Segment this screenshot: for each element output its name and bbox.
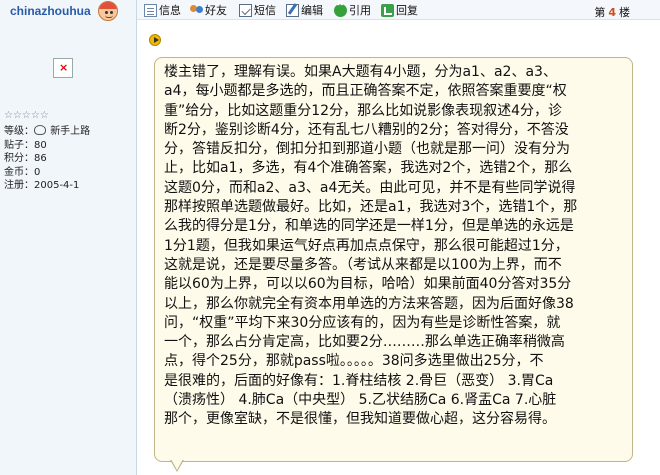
floor-prefix: 第 bbox=[594, 6, 606, 19]
broken-image-icon: × bbox=[53, 58, 73, 78]
info-registered: 注册：2005-4-1 bbox=[4, 179, 90, 193]
post-line: a4，每小题都是多选的，而且正确答案不定，依照答案重要度“权 bbox=[164, 83, 567, 100]
post-line: 以上，那么你就完全有资本用单选的方法来答题，因为后面好像38 bbox=[164, 295, 574, 312]
friend-icon bbox=[190, 4, 203, 17]
panel-divider bbox=[136, 0, 137, 475]
info-posts: 贴子：80 bbox=[4, 139, 90, 153]
post-line: 楼主错了，理解有误。如果A大题有4小题，分为a1、a2、a3、 bbox=[164, 64, 557, 80]
avatar-icon bbox=[98, 1, 118, 21]
edit-button-label: 编辑 bbox=[301, 3, 323, 17]
info-level: 等级： 新手上路 bbox=[4, 125, 90, 139]
post-line: 是很难的，后面的好像有：1.脊柱结核 2.骨巨（恶变） 3.胃Ca bbox=[164, 372, 554, 389]
info-label: 注册： bbox=[4, 180, 34, 191]
quote-icon bbox=[334, 1, 347, 17]
floor-value: 4 bbox=[608, 6, 616, 19]
bubble-tail-inner bbox=[171, 459, 183, 470]
info-value: 80 bbox=[34, 139, 47, 151]
arrow-right-icon bbox=[149, 34, 161, 46]
post-line: 止，比如a1，多选，有4个准确答案，我选对2个，选错2个，那么 bbox=[164, 160, 573, 177]
author-username[interactable]: chinazhouhua bbox=[10, 4, 91, 18]
info-points: 积分：86 bbox=[4, 152, 90, 166]
post-line: 那个，更像室缺，不是很懂，但我知道要做心超，这分容易得。 bbox=[164, 411, 556, 428]
info-label: 等级： bbox=[4, 126, 34, 137]
post-line: 断2分，鉴别诊断4分，还有乱七八糟别的2分；答对得分，不答没 bbox=[164, 121, 569, 138]
reply-button-label: 回复 bbox=[396, 3, 418, 17]
edit-icon bbox=[286, 4, 299, 17]
rank-stars: ☆☆☆☆☆ bbox=[4, 110, 49, 121]
author-info: 等级： 新手上路 贴子：80 积分：86 金币：0 注册：2005-4-1 bbox=[4, 125, 90, 193]
info-value: 新手上路 bbox=[50, 126, 91, 137]
message-button-label: 短信 bbox=[254, 3, 276, 17]
friend-button[interactable]: 好友 bbox=[190, 3, 227, 18]
post-line: 一个，那么占分肯定高，比如要2分………那么单选正确率稍微高 bbox=[164, 334, 565, 351]
info-value: 2005-4-1 bbox=[34, 180, 80, 191]
info-label: 积分： bbox=[4, 153, 34, 164]
info-value: 0 bbox=[34, 166, 41, 178]
info-gold: 金币：0 bbox=[4, 166, 90, 180]
reply-icon bbox=[381, 4, 394, 17]
reply-button[interactable]: 回复 bbox=[381, 3, 418, 18]
message-icon bbox=[239, 4, 252, 17]
floor-number: 第4楼 bbox=[594, 4, 630, 20]
post-line: 问，“权重”平均下来30分应该有的，因为有些是诊断性答案，就 bbox=[164, 314, 561, 331]
post-line: （溃疡性） 4.肺Ca（中央型） 5.乙状结肠Ca 6.肾盂Ca 7.心脏 bbox=[164, 392, 557, 409]
level-icon bbox=[34, 125, 46, 135]
edit-button[interactable]: 编辑 bbox=[286, 3, 323, 18]
floor-suffix: 楼 bbox=[619, 6, 630, 19]
post-line: 这题0分，而和a2、a3、a4无关。由此可见，并不是有些同学说得 bbox=[164, 179, 576, 196]
message-button[interactable]: 短信 bbox=[239, 3, 276, 18]
info-button[interactable]: 信息 bbox=[144, 3, 181, 18]
post-body: 楼主错了，理解有误。如果A大题有4小题，分为a1、a2、a3、 a4，每小题都是… bbox=[164, 63, 626, 458]
post-line: 点，得个25分，那就pass啦。。。。。38问多选里做出25分，不 bbox=[164, 353, 544, 370]
info-button-label: 信息 bbox=[159, 3, 181, 17]
info-value: 86 bbox=[34, 153, 47, 164]
post-line: 么我的得分是1分，和单选的同学还是一样1分，但是单选的永远是 bbox=[164, 218, 574, 235]
post-line: 1分1题，但我如果运气好点再加点点保守，那么很可能超过1分， bbox=[164, 237, 569, 254]
post-line: 那样按照单选题做最好。比如，还是a1，我选对3个，选错1个，那 bbox=[164, 199, 578, 216]
post-line: 分，答错反扣分，倒扣分扣到那道小题（也就是那一问）没有分为 bbox=[164, 141, 570, 158]
info-label: 贴子： bbox=[4, 139, 34, 151]
post-line: 能以60为上界，可以以60为目标，哈哈）如果前面40分答对35分 bbox=[164, 276, 572, 293]
info-icon bbox=[144, 4, 157, 17]
quote-button-label: 引用 bbox=[349, 3, 371, 17]
info-label: 金币： bbox=[4, 166, 34, 178]
quote-button[interactable]: 引用 bbox=[334, 1, 371, 18]
friend-button-label: 好友 bbox=[205, 3, 227, 17]
post-line: 这就是说，还是要尽量多答。（考试从来都是以100为上界，而不 bbox=[164, 256, 562, 273]
post-toolbar: 信息 好友 短信 编辑 引用 回复 第4楼 bbox=[137, 0, 660, 20]
post-line: 重”给分，比如这题重分12分，那么比如说影像表现叙述4分，诊 bbox=[164, 102, 562, 119]
